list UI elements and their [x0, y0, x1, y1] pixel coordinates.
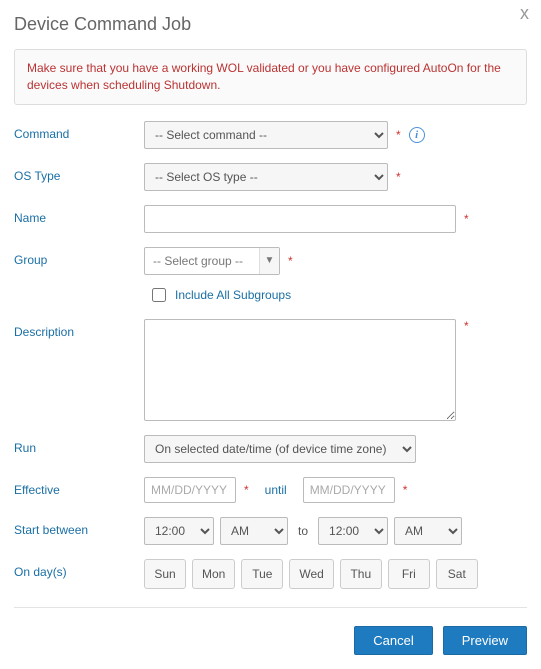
cancel-button[interactable]: Cancel	[354, 626, 432, 655]
day-btn-thu[interactable]: Thu	[340, 559, 382, 589]
to-label: to	[294, 524, 312, 538]
day-btn-mon[interactable]: Mon	[192, 559, 235, 589]
description-textarea[interactable]	[144, 319, 456, 421]
start-ampm-from-select[interactable]: AM	[220, 517, 288, 545]
required-mark: *	[464, 212, 469, 226]
command-label: Command	[14, 121, 144, 141]
start-between-label: Start between	[14, 517, 144, 537]
chevron-down-icon: ▼	[259, 248, 279, 274]
divider	[14, 607, 527, 608]
dialog-title: Device Command Job	[14, 14, 527, 35]
close-icon[interactable]: x	[520, 4, 529, 22]
include-subgroups-checkbox[interactable]	[152, 288, 166, 302]
info-icon[interactable]: i	[409, 127, 425, 143]
required-mark: *	[464, 319, 469, 333]
os-type-label: OS Type	[14, 163, 144, 183]
group-select[interactable]: -- Select group -- ▼	[144, 247, 280, 275]
required-mark: *	[396, 128, 401, 142]
dialog-footer: Cancel Preview	[14, 626, 527, 655]
until-label: until	[255, 483, 297, 497]
os-type-select[interactable]: -- Select OS type --	[144, 163, 388, 191]
day-btn-sun[interactable]: Sun	[144, 559, 186, 589]
required-mark: *	[396, 170, 401, 184]
include-subgroups-label: Include All Subgroups	[175, 288, 291, 302]
start-time-to-select[interactable]: 12:00	[318, 517, 388, 545]
day-btn-sat[interactable]: Sat	[436, 559, 478, 589]
name-input[interactable]	[144, 205, 456, 233]
day-btn-fri[interactable]: Fri	[388, 559, 430, 589]
group-select-text: -- Select group --	[145, 254, 259, 268]
required-mark: *	[288, 254, 293, 268]
device-command-job-dialog: x Device Command Job Make sure that you …	[0, 0, 541, 669]
run-select[interactable]: On selected date/time (of device time zo…	[144, 435, 416, 463]
effective-until-input[interactable]	[303, 477, 395, 503]
day-btn-wed[interactable]: Wed	[289, 559, 333, 589]
preview-button[interactable]: Preview	[443, 626, 527, 655]
name-label: Name	[14, 205, 144, 225]
start-time-from-select[interactable]: 12:00	[144, 517, 214, 545]
day-btn-tue[interactable]: Tue	[241, 559, 283, 589]
warning-message: Make sure that you have a working WOL va…	[14, 49, 527, 105]
group-label: Group	[14, 247, 144, 267]
effective-from-input[interactable]	[144, 477, 236, 503]
start-ampm-to-select[interactable]: AM	[394, 517, 462, 545]
required-mark: *	[403, 483, 408, 497]
run-label: Run	[14, 435, 144, 455]
include-subgroups-row[interactable]: Include All Subgroups	[144, 285, 291, 305]
required-mark: *	[244, 483, 249, 497]
command-select[interactable]: -- Select command --	[144, 121, 388, 149]
on-days-label: On day(s)	[14, 559, 144, 579]
effective-label: Effective	[14, 477, 144, 497]
description-label: Description	[14, 319, 144, 339]
